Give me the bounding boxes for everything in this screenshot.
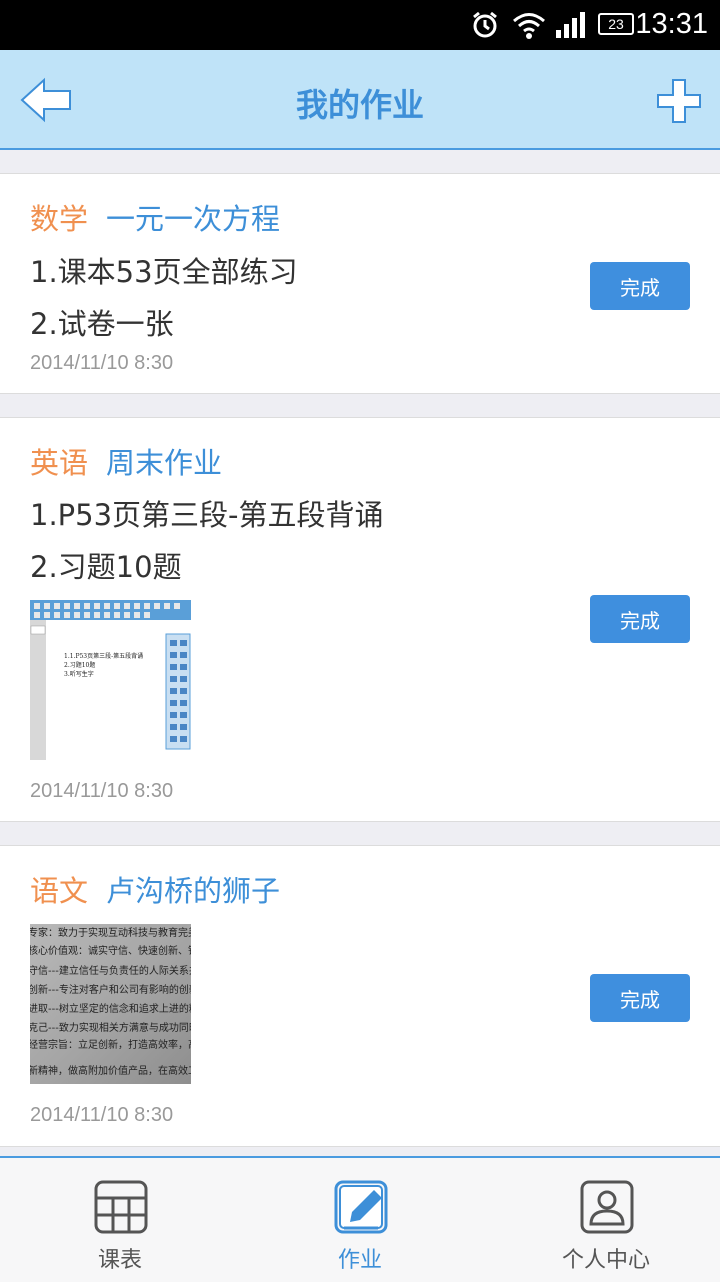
app-header: 我的作业 bbox=[0, 50, 720, 150]
battery-level: 23 bbox=[608, 16, 624, 32]
assignment-subject: 英语 bbox=[30, 446, 89, 480]
image-text-line: 1.1.P53页第三段-第五段背诵 bbox=[64, 652, 143, 660]
assignment-date: 2014/11/10 8:30 bbox=[30, 780, 174, 802]
assignment-line: 1.课本53页全部练习 bbox=[30, 255, 298, 289]
profile-icon bbox=[580, 1180, 634, 1234]
image-text-line: 守信---建立信任与负责任的人际关系并基 bbox=[30, 964, 191, 977]
image-text-line: 2.习题10题 bbox=[64, 662, 95, 669]
image-text-line: 创新---专注对客户和公司有影响的创新并 bbox=[30, 983, 191, 996]
assignment-date: 2014/11/10 8:30 bbox=[30, 1104, 174, 1126]
tab-timetable[interactable]: 课表 bbox=[0, 1158, 240, 1282]
image-text-line: 克己---致力实现相关方满意与成功同时实 bbox=[30, 1021, 191, 1034]
wifi-icon bbox=[513, 13, 545, 39]
assignment-card: 英语 周末作业 1.P53页第三段-第五段背诵 2.习题10题 1.1.P53页… bbox=[0, 417, 720, 822]
battery-icon: 23 bbox=[598, 13, 634, 35]
image-text-line: 经营宗旨：立足创新，打造高效率，高收 bbox=[30, 1038, 191, 1051]
page-title: 我的作业 bbox=[295, 86, 424, 124]
status-bar: 23 13:31 bbox=[0, 0, 720, 50]
add-icon[interactable] bbox=[656, 78, 702, 124]
image-text-line: 3.听写生字 bbox=[64, 670, 94, 678]
image-text-line: 新精神，做高附加价值产品，在高效工作 bbox=[30, 1064, 191, 1077]
assignment-topic: 周末作业 bbox=[106, 446, 223, 480]
assignment-line: 1.P53页第三段-第五段背诵 bbox=[30, 498, 384, 532]
tab-label: 课表 bbox=[97, 1248, 142, 1273]
complete-button[interactable]: 完成 bbox=[590, 974, 690, 1022]
assignment-line: 2.习题10题 bbox=[30, 550, 182, 584]
image-text-line: 专家：致力于实现互动科技与教育完美结合 bbox=[30, 926, 191, 939]
status-time: 13:31 bbox=[635, 8, 708, 40]
tab-profile[interactable]: 个人中心 bbox=[486, 1158, 720, 1282]
image-text-line: 进取---树立坚定的信念和追求上进的精神 bbox=[30, 1002, 191, 1015]
assignment-subject: 数学 bbox=[30, 202, 89, 236]
homework-icon bbox=[334, 1180, 388, 1234]
complete-button[interactable]: 完成 bbox=[590, 595, 690, 643]
assignment-subject: 语文 bbox=[30, 874, 89, 908]
assignment-card: 语文 卢沟桥的狮子 专家：致力于实现互动科技与教育完美结合 核心价值观：诚实守信… bbox=[0, 845, 720, 1147]
homework-screenshot-image[interactable]: 1.1.P53页第三段-第五段背诵 2.习题10题 3.听写生字 bbox=[30, 600, 191, 760]
alarm-icon bbox=[473, 11, 497, 38]
timetable-icon bbox=[94, 1180, 148, 1234]
textbook-photo-image[interactable]: 专家：致力于实现互动科技与教育完美结合 核心价值观：诚实守信、快速创新、锐意进 … bbox=[30, 924, 191, 1084]
assignment-topic: 卢沟桥的狮子 bbox=[106, 874, 281, 908]
assignment-line: 2.试卷一张 bbox=[30, 307, 174, 341]
bottom-tab-bar: 课表 作业 个人中心 bbox=[0, 1156, 720, 1282]
signal-icon bbox=[556, 12, 585, 38]
tab-label: 作业 bbox=[337, 1248, 382, 1273]
complete-button[interactable]: 完成 bbox=[590, 262, 690, 310]
assignment-card: 数学 一元一次方程 1.课本53页全部练习 2.试卷一张 2014/11/10 … bbox=[0, 173, 720, 394]
assignment-topic: 一元一次方程 bbox=[106, 202, 281, 236]
image-text-line: 核心价值观：诚实守信、快速创新、锐意进 bbox=[30, 944, 191, 957]
tab-label: 个人中心 bbox=[561, 1248, 650, 1273]
assignment-date: 2014/11/10 8:30 bbox=[30, 352, 174, 374]
tab-homework[interactable]: 作业 bbox=[240, 1158, 480, 1282]
